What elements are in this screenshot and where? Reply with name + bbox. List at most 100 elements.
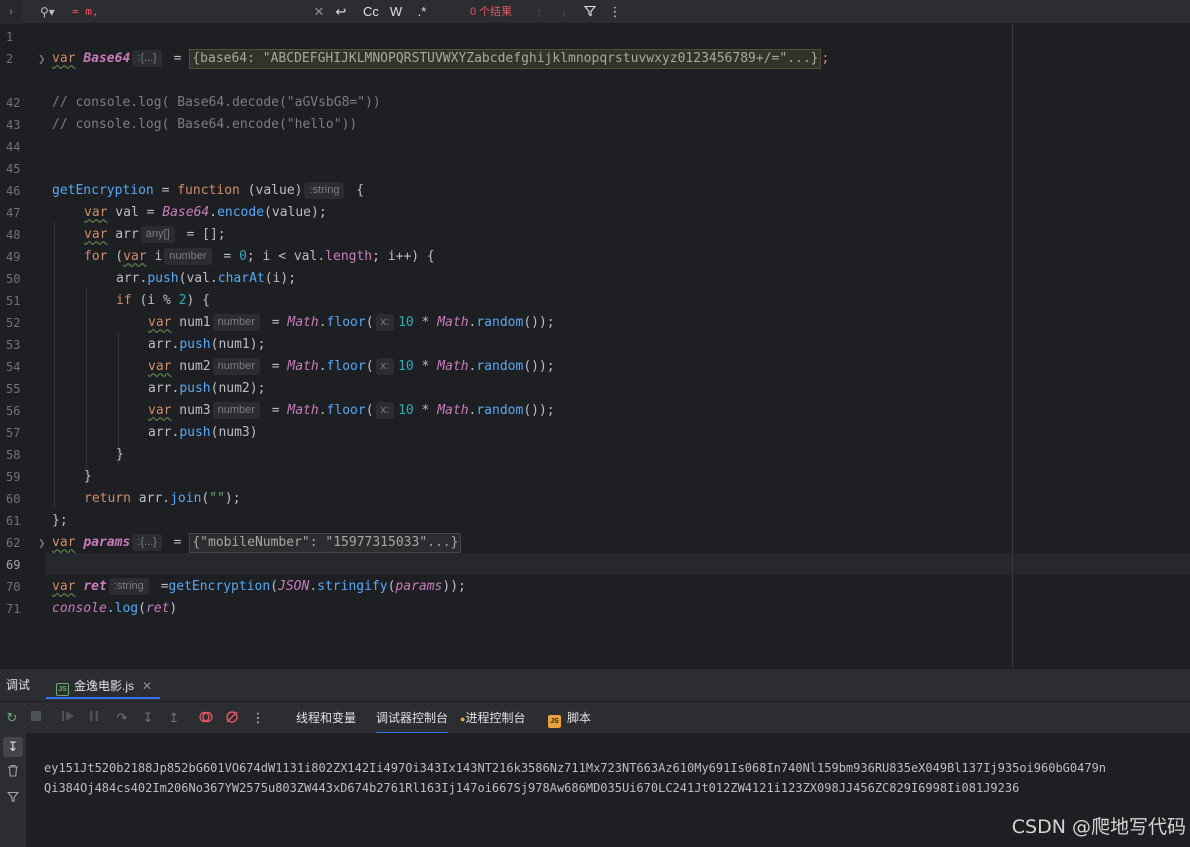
number-literal: 0 — [239, 249, 247, 264]
tab-debugger-console[interactable]: 调试器控制台 — [376, 702, 449, 734]
code-line-71[interactable]: console.log(ret) — [52, 598, 177, 620]
code-line-61[interactable]: }; — [52, 510, 68, 532]
line-number: 46 — [6, 184, 21, 198]
code-line-52[interactable]: var num1 number = Math.floor(x: 10 * Math.… — [148, 312, 555, 334]
rerun-icon[interactable]: ↻ — [4, 710, 20, 726]
search-input[interactable]: = m, — [72, 0, 99, 24]
filter-icon[interactable] — [582, 0, 598, 24]
code-line-70[interactable]: var ret:string =getEncryption(JSON.strin… — [52, 576, 466, 598]
keyword: if — [116, 293, 132, 308]
clear-icon[interactable] — [3, 763, 23, 783]
code-line-43[interactable]: // console.log( Base64.encode("hello")) — [52, 114, 357, 136]
tab-process-console[interactable]: ●进程控制台 — [460, 702, 525, 734]
folded-region[interactable]: {base64: "ABCDEFGHIJKLMNOPQRSTUVWXYZabcd… — [189, 49, 822, 69]
code-text: ; i < val. — [246, 249, 326, 264]
watermark: CSDN @爬地写代码 — [1011, 816, 1186, 838]
line-number: 51 — [6, 294, 21, 308]
code-editor[interactable]: 1 2 ❯ 42 43 44 45 46 47 48 49 50 51 52 5… — [0, 24, 1190, 668]
code-line-46[interactable]: getEncryption = function (value):string … — [52, 180, 364, 202]
property: length — [325, 249, 373, 264]
punctuation: . — [106, 601, 115, 616]
line-number-current: 69 — [6, 558, 21, 572]
punctuation: . — [318, 315, 327, 330]
line-number: 50 — [6, 272, 21, 286]
step-over-icon[interactable]: ↷ — [114, 710, 130, 726]
code-line-47[interactable]: var val = Base64.encode(value); — [84, 202, 327, 224]
method: floor — [326, 403, 366, 418]
close-icon[interactable]: ✕ — [312, 0, 326, 24]
code-line-56[interactable]: var num3 number = Math.floor(x: 10 * Math.… — [148, 400, 555, 422]
console-output-line: Qi384Oj484cs402Im206No367YW2575u803ZW443… — [44, 781, 1020, 795]
line-number: 57 — [6, 426, 21, 440]
debug-session-tab[interactable]: JS 金逸电影.js ✕ — [46, 673, 161, 699]
code-line-57[interactable]: arr.push(num3) — [148, 422, 258, 444]
match-case-button[interactable]: Cc — [360, 0, 382, 24]
code-line-55[interactable]: arr.push(num2); — [148, 378, 265, 400]
resume-icon[interactable] — [60, 710, 76, 726]
line-number: 71 — [6, 602, 21, 616]
keyword: var — [148, 315, 172, 330]
type-hint: any[] — [140, 226, 175, 243]
code-line-48[interactable]: var arr any[] = []; — [84, 224, 226, 246]
code-line-50[interactable]: arr.push(val.charAt(i); — [116, 268, 296, 290]
punctuation: ( — [365, 359, 374, 374]
operator: = — [153, 183, 178, 198]
code-line-2[interactable]: var Base64:{...} = {base64: "ABCDEFGHIJK… — [52, 48, 829, 70]
regex-button[interactable]: .* — [414, 0, 430, 24]
code-text: ( — [107, 249, 124, 264]
filter-icon[interactable] — [3, 789, 23, 809]
line-number: 43 — [6, 118, 21, 132]
fold-expand-icon[interactable]: ❯ — [38, 48, 46, 70]
code-text: arr. — [116, 271, 148, 286]
identifier: console — [52, 601, 107, 616]
line-number: 45 — [6, 162, 21, 176]
line-number: 60 — [6, 492, 21, 506]
close-icon[interactable]: ✕ — [142, 679, 152, 693]
arrow-up-icon[interactable]: ↑ — [532, 0, 546, 24]
keyword: for — [84, 249, 108, 264]
js-file-icon: JS — [56, 683, 69, 696]
fold-expand-icon[interactable]: ❯ — [38, 532, 46, 554]
line-number: 42 — [6, 96, 21, 110]
code-line-62[interactable]: var params:{...} = {"mobileNumber": "159… — [52, 532, 462, 554]
whole-word-button[interactable]: W — [388, 0, 404, 24]
step-into-icon[interactable]: ↧ — [140, 710, 156, 726]
view-breakpoints-icon[interactable] — [198, 710, 214, 726]
identifier: Base64 — [162, 205, 210, 220]
tab-scripts[interactable]: JS 脚本 — [548, 702, 591, 734]
stop-icon[interactable] — [28, 710, 44, 726]
tab-threads-variables[interactable]: 线程和变量 — [296, 702, 356, 734]
line-number: 1 — [6, 30, 14, 44]
code-text: * — [413, 403, 438, 418]
code-line-42[interactable]: // console.log( Base64.decode("aGVsbG8="… — [52, 92, 381, 114]
punctuation: ); — [224, 491, 241, 506]
code-line-59[interactable]: } — [84, 466, 92, 488]
punctuation: . — [318, 403, 327, 418]
line-number: 62 — [6, 536, 21, 550]
step-out-icon[interactable]: ↥ — [166, 710, 182, 726]
code-line-54[interactable]: var num2 number = Math.floor(x: 10 * Math.… — [148, 356, 555, 378]
code-line-51[interactable]: if (i % 2) { — [116, 290, 210, 312]
line-number: 44 — [6, 140, 21, 154]
mute-breakpoints-icon[interactable] — [224, 710, 240, 726]
more-vertical-icon[interactable]: ⋮ — [608, 0, 622, 24]
scroll-to-end-icon[interactable]: ↧ — [3, 737, 23, 757]
code-line-60[interactable]: return arr.join(""); — [84, 488, 241, 510]
more-vertical-icon[interactable]: ⋮ — [250, 710, 266, 726]
chevron-right-icon[interactable]: › — [0, 0, 22, 24]
punctuation: ( — [138, 601, 146, 616]
wrap-icon[interactable]: ↩ — [332, 0, 350, 24]
console-output-line: ey151Jt520b2188Jp852bG601VO674dW1131i802… — [44, 761, 1107, 775]
code-line-49[interactable]: for (var i number = 0; i < val.length; i+… — [84, 246, 435, 268]
code-line-53[interactable]: arr.push(num1); — [148, 334, 265, 356]
keyword: var — [123, 249, 147, 264]
pause-icon[interactable] — [86, 710, 102, 726]
arrow-down-icon[interactable]: ↓ — [557, 0, 571, 24]
line-number: 47 — [6, 206, 21, 220]
code-text: * — [413, 315, 438, 330]
identifier: Math — [437, 359, 469, 374]
search-icon[interactable]: ⚲▾ — [40, 0, 64, 24]
folded-region[interactable]: {"mobileNumber": "15977315033"...} — [189, 533, 462, 553]
current-line-highlight — [46, 553, 1190, 575]
code-line-58[interactable]: } — [116, 444, 124, 466]
